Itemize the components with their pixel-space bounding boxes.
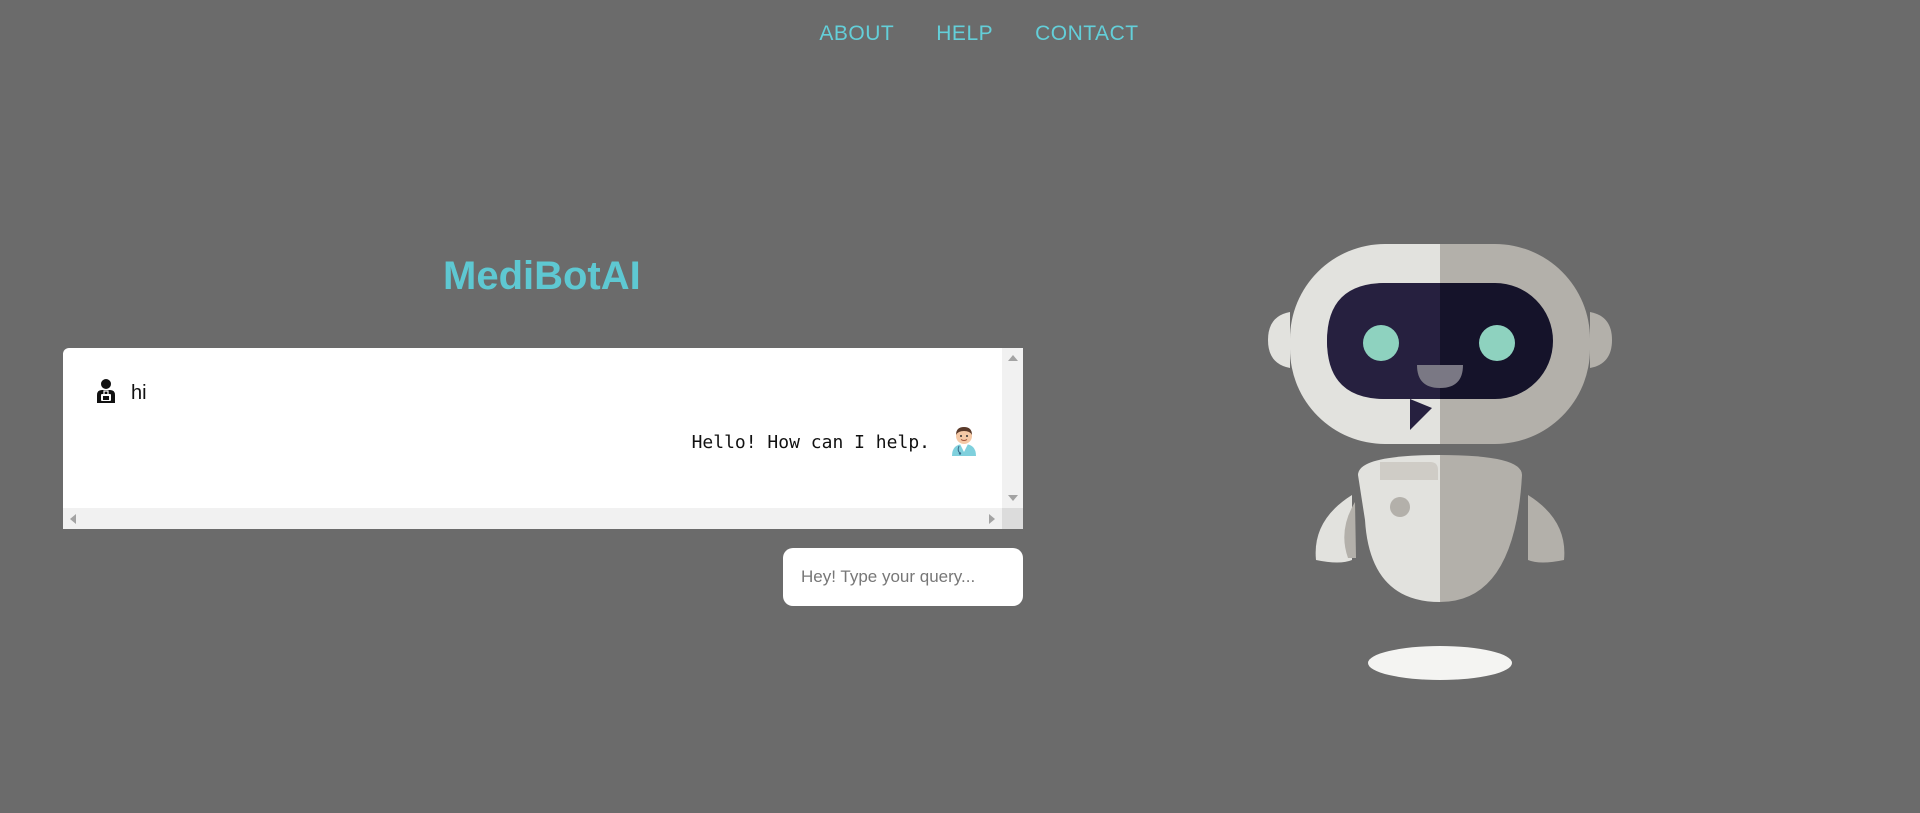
- doctor-avatar-icon: [950, 424, 978, 461]
- top-nav: ABOUT HELP CONTACT: [0, 22, 1920, 46]
- page-title: MediBotAI: [443, 254, 641, 298]
- user-message: hi: [95, 378, 147, 409]
- nav-contact-link[interactable]: CONTACT: [1035, 22, 1138, 46]
- user-message-text: hi: [131, 382, 147, 404]
- horizontal-scrollbar[interactable]: [63, 508, 1002, 529]
- user-icon: [95, 378, 117, 409]
- bot-message-text: Hello! How can I help.: [691, 432, 930, 453]
- query-input[interactable]: [783, 548, 1023, 606]
- robot-icon: [1268, 244, 1612, 680]
- scroll-up-icon[interactable]: [1008, 355, 1018, 361]
- scrollbar-corner: [1002, 508, 1023, 529]
- nav-about-link[interactable]: ABOUT: [819, 22, 894, 46]
- vertical-scrollbar[interactable]: [1002, 348, 1023, 508]
- bot-message: Hello! How can I help.: [692, 424, 978, 461]
- chat-messages: hi Hello! How can I help.: [63, 348, 1002, 508]
- chat-panel[interactable]: hi Hello! How can I help.: [63, 348, 1023, 529]
- nav-help-link[interactable]: HELP: [936, 22, 993, 46]
- scroll-left-icon[interactable]: [70, 514, 76, 524]
- scroll-right-icon[interactable]: [989, 514, 995, 524]
- scroll-down-icon[interactable]: [1008, 495, 1018, 501]
- robot-illustration: [1260, 240, 1620, 690]
